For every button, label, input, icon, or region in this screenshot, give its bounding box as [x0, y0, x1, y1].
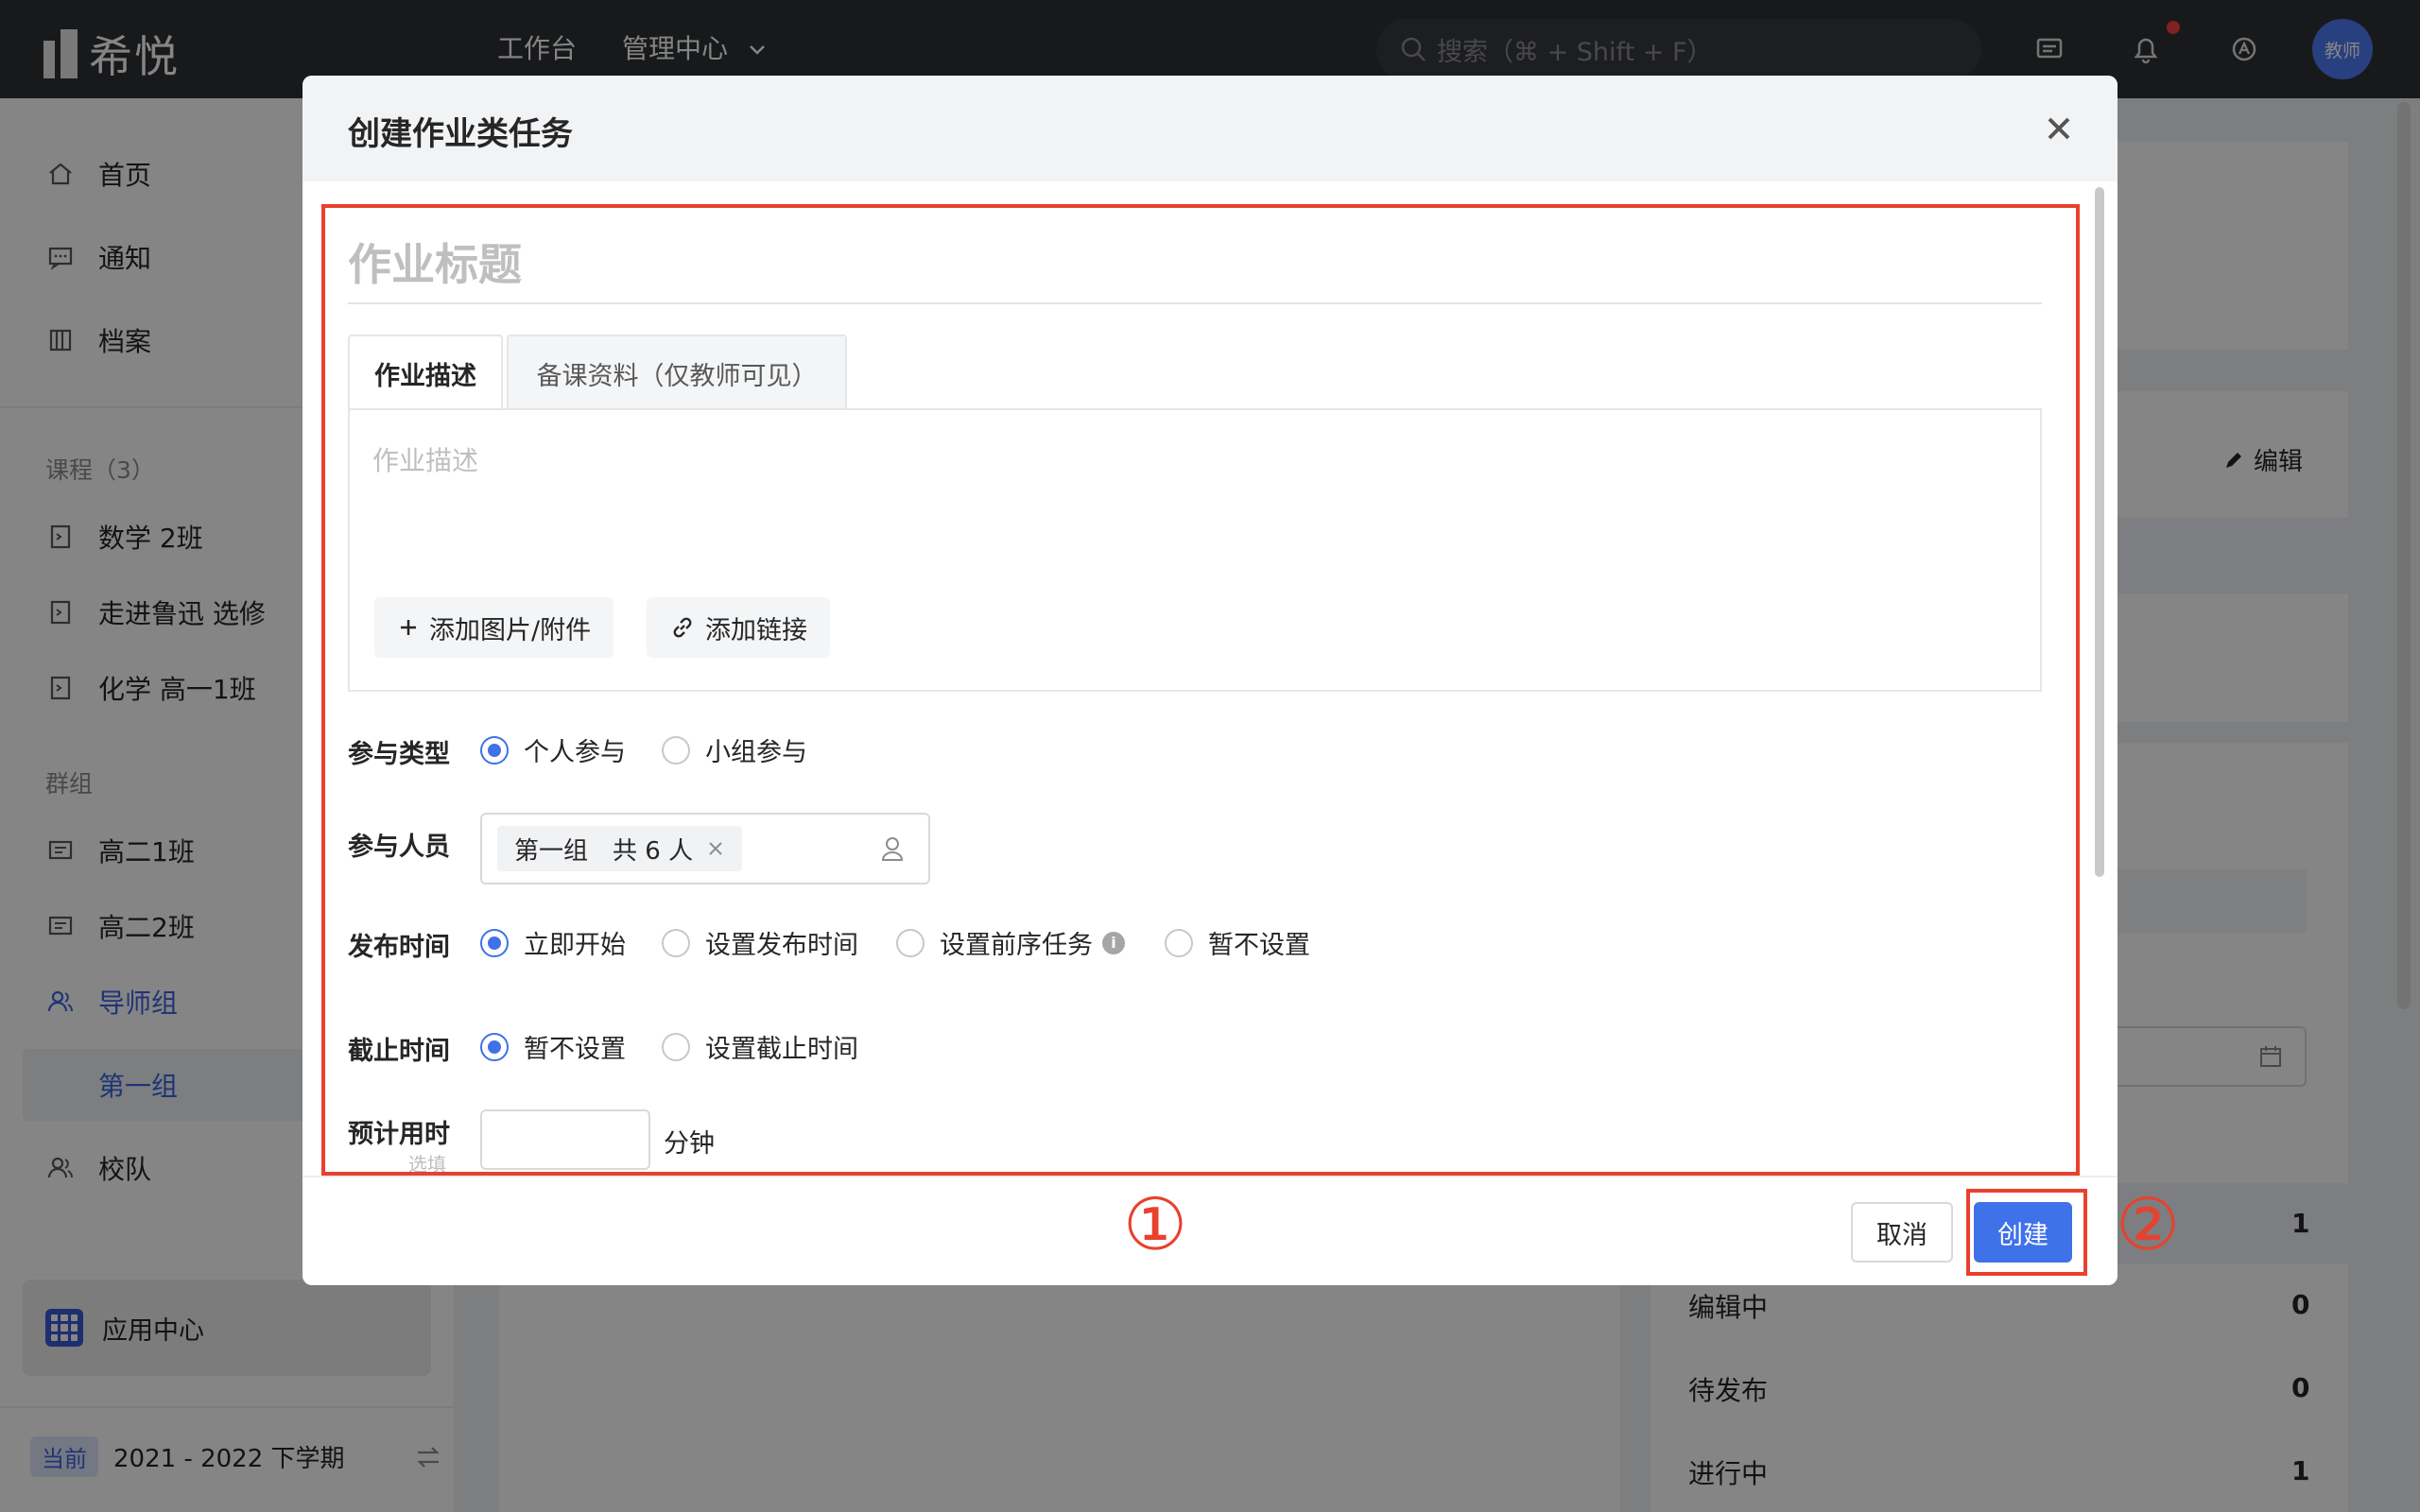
annotation-number-two: ② [2116, 1182, 2181, 1266]
annotation-number-one: ① [1123, 1182, 1188, 1266]
dialog-footer-divider [302, 1176, 2118, 1177]
cancel-button[interactable]: 取消 [1851, 1202, 1953, 1263]
dialog-title: 创建作业类任务 [348, 115, 573, 153]
annotation-box-form [321, 204, 2080, 1176]
dialog-scrollbar[interactable] [2095, 187, 2104, 877]
close-icon[interactable] [2040, 110, 2078, 147]
create-homework-dialog: 创建作业类任务 作业标题 作业描述 备课资料（仅教师可见） 作业描述 添加图片/… [302, 76, 2118, 1285]
dialog-header: 创建作业类任务 [302, 76, 2118, 181]
annotation-box-create [1966, 1189, 2087, 1276]
